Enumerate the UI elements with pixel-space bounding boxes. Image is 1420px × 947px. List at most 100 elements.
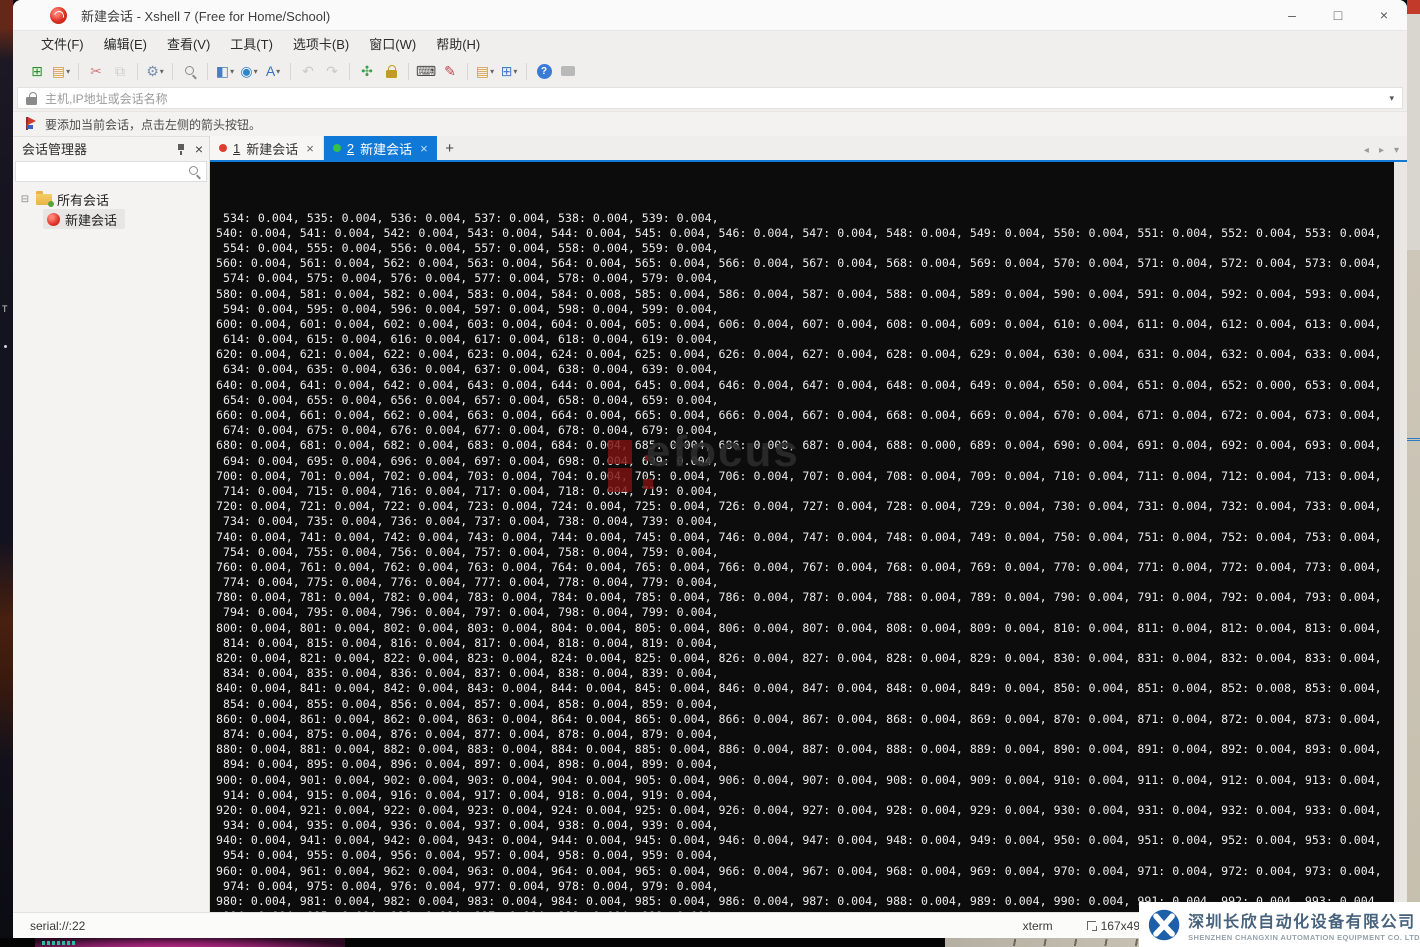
terminal-line: 940: 0.004, 941: 0.004, 942: 0.004, 943:… [216, 833, 1382, 848]
disconnect-icon[interactable]: ✂ [85, 60, 107, 82]
highlight-pen-icon[interactable]: ✎ [439, 60, 461, 82]
terminal-line: 740: 0.004, 741: 0.004, 742: 0.004, 743:… [216, 529, 1382, 544]
terminal-line: 760: 0.004, 761: 0.004, 762: 0.004, 763:… [216, 559, 1382, 574]
wallpaper-teal-marks [42, 941, 76, 945]
tab-scroll-left-icon[interactable]: ◂ [1364, 145, 1369, 156]
menu-bar: 文件(F) 编辑(E) 查看(V) 工具(T) 选项卡(B) 窗口(W) 帮助(H) [13, 30, 1407, 57]
reconnect-icon: ⧉ [115, 62, 125, 79]
lock-icon[interactable] [380, 60, 402, 82]
address-bar: 主机,IP地址或会话名称 ▾ [13, 85, 1407, 111]
find-icon[interactable] [179, 60, 201, 82]
company-logo-overlay: 深圳长欣自动化设备有限公司 SHENZHEN CHANGXIN AUTOMATI… [1139, 902, 1420, 947]
new-session-icon[interactable]: ⊞ [26, 60, 48, 82]
encoding-globe-icon[interactable]: ◉ ▾ [238, 60, 260, 82]
close-button[interactable]: × [1361, 0, 1407, 30]
session-properties-icon-dropdown[interactable]: ▾ [160, 67, 164, 76]
layout-icon-dropdown[interactable]: ▾ [513, 67, 517, 76]
terminal-line: 880: 0.004, 881: 0.004, 882: 0.004, 883:… [216, 742, 1382, 757]
terminal-line: 634: 0.004, 635: 0.004, 636: 0.004, 637:… [216, 362, 719, 377]
terminal-line: 560: 0.004, 561: 0.004, 562: 0.004, 563:… [216, 256, 1382, 271]
terminal-line: 594: 0.004, 595: 0.004, 596: 0.004, 597:… [216, 301, 719, 316]
maximize-button[interactable]: □ [1315, 0, 1361, 30]
terminal-line: 874: 0.004, 875: 0.004, 876: 0.004, 877:… [216, 726, 719, 741]
minimize-button[interactable]: – [1269, 0, 1315, 30]
tab-2[interactable]: 2 新建会话 × [323, 136, 437, 160]
menu-item-window[interactable]: 窗口(W) [359, 31, 426, 58]
menu-item-tools[interactable]: 工具(T) [220, 31, 283, 58]
menu-item-help[interactable]: 帮助(H) [426, 31, 490, 58]
tree-item-all-sessions[interactable]: ⊟ 所有会话 [19, 189, 209, 209]
tile-icon[interactable]: ◧ ▾ [214, 60, 236, 82]
virtual-keyboard-icon[interactable]: ⌨ [415, 60, 437, 82]
tab-scroll-right-icon[interactable]: ▸ [1379, 145, 1384, 156]
screen: T 新建会话 - Xshell 7 (Free for Home/School)… [0, 0, 1420, 947]
host-address-input[interactable]: 主机,IP地址或会话名称 ▾ [17, 87, 1403, 109]
tab-1[interactable]: 1 新建会话 × [210, 136, 324, 160]
toolbar: ⊞ ▤ ▾ ✂ ⧉ ⚙ ▾ ◧ ▾ ◉ ▾ A ▾ ↶ ↷ ✣ ⌨ ✎ ▤ ▾ ⊞ ▾? [13, 57, 1407, 85]
info-bar: 要添加当前会话，点击左侧的箭头按钮。 [13, 111, 1407, 136]
terminal-line: 540: 0.004, 541: 0.004, 542: 0.004, 543:… [216, 225, 1382, 240]
tab-status-dot [332, 144, 341, 152]
terminal-line: 674: 0.004, 675: 0.004, 676: 0.004, 677:… [216, 423, 719, 438]
terminal-line: 620: 0.004, 621: 0.004, 622: 0.004, 623:… [216, 347, 1382, 362]
toolbar-separator [349, 62, 350, 80]
terminal-line: 800: 0.004, 801: 0.004, 802: 0.004, 803:… [216, 620, 1382, 635]
panel-close-icon[interactable]: × [195, 142, 203, 156]
terminal-line: 680: 0.004, 681: 0.004, 682: 0.004, 683:… [216, 438, 1382, 453]
new-tab-button[interactable]: + [437, 136, 463, 160]
new-folder-icon-dropdown[interactable]: ▾ [490, 67, 494, 76]
terminal-line: 554: 0.004, 555: 0.004, 556: 0.004, 557:… [216, 240, 719, 255]
new-folder-icon[interactable]: ▤ ▾ [474, 60, 496, 82]
tile-icon-dropdown[interactable]: ▾ [230, 67, 234, 76]
pin-icon[interactable] [176, 143, 186, 155]
terminal-line: 534: 0.004, 535: 0.004, 536: 0.004, 537:… [216, 210, 719, 225]
help-icon[interactable]: ? [533, 60, 555, 82]
font-icon-dropdown[interactable]: ▾ [276, 67, 280, 76]
tab-label: 新建会话 [360, 141, 413, 157]
toolbar-separator [290, 62, 291, 80]
terminal-line: 894: 0.004, 895: 0.004, 896: 0.004, 897:… [216, 757, 719, 772]
terminal-line: 840: 0.004, 841: 0.004, 842: 0.004, 843:… [216, 681, 1382, 696]
terminal-line: 754: 0.004, 755: 0.004, 756: 0.004, 757:… [216, 544, 719, 559]
fullscreen-icon[interactable]: ✣ [356, 60, 378, 82]
menu-item-view[interactable]: 查看(V) [157, 31, 220, 58]
terminal-line: 694: 0.004, 695: 0.004, 696: 0.004, 697:… [216, 453, 719, 468]
tab-close-icon[interactable]: × [420, 141, 428, 156]
tree-item-label: 所有会话 [57, 192, 110, 208]
session-properties-icon[interactable]: ⚙ ▾ [144, 60, 166, 82]
tab-label: 新建会话 [246, 141, 299, 157]
tab-number: 2 [346, 140, 355, 156]
desktop-dot [4, 345, 7, 348]
terminal-line: 700: 0.004, 701: 0.004, 702: 0.004, 703:… [216, 468, 1382, 483]
terminal-line: 920: 0.004, 921: 0.004, 922: 0.004, 923:… [216, 802, 1382, 817]
message-icon[interactable] [557, 60, 579, 82]
wallpaper-purple-image [35, 938, 345, 947]
help-icon: ? [536, 63, 552, 79]
terminal-line: 934: 0.004, 935: 0.004, 936: 0.004, 937:… [216, 818, 719, 833]
menu-item-file[interactable]: 文件(F) [31, 31, 94, 58]
session-search-input[interactable] [15, 161, 207, 182]
tab-close-icon[interactable]: × [306, 141, 314, 156]
layout-icon[interactable]: ⊞ ▾ [498, 60, 520, 82]
menu-item-tabs[interactable]: 选项卡(B) [283, 31, 359, 58]
resize-icon [1086, 921, 1097, 931]
address-dropdown-icon[interactable]: ▾ [1389, 93, 1394, 104]
terminal[interactable]: efocus 534: 0.004, 535: 0.004, 536: 0.00… [210, 162, 1394, 912]
open-session-icon[interactable]: ▤ ▾ [50, 60, 72, 82]
terminal-line: 720: 0.004, 721: 0.004, 722: 0.004, 723:… [216, 499, 1382, 514]
tab-scroll-controls: ◂ ▸ ▾ [1364, 145, 1407, 160]
encoding-globe-icon-dropdown[interactable]: ▾ [254, 67, 258, 76]
flag-icon [25, 117, 37, 131]
tree-item-new-session[interactable]: 新建会话 [43, 209, 126, 229]
terminal-line: 820: 0.004, 821: 0.004, 822: 0.004, 823:… [216, 651, 1382, 666]
tab-menu-icon[interactable]: ▾ [1394, 145, 1399, 156]
menu-item-edit[interactable]: 编辑(E) [94, 31, 157, 58]
terminal-scrollbar[interactable] [1394, 162, 1407, 912]
window-controls: – □ × [1269, 0, 1407, 30]
redo-icon: ↷ [326, 62, 338, 79]
company-logo-icon [1148, 909, 1180, 940]
tree-expander-icon[interactable]: ⊟ [19, 194, 31, 205]
open-session-icon-dropdown[interactable]: ▾ [66, 67, 70, 76]
font-icon[interactable]: A ▾ [262, 60, 284, 82]
toolbar-separator [207, 62, 208, 80]
